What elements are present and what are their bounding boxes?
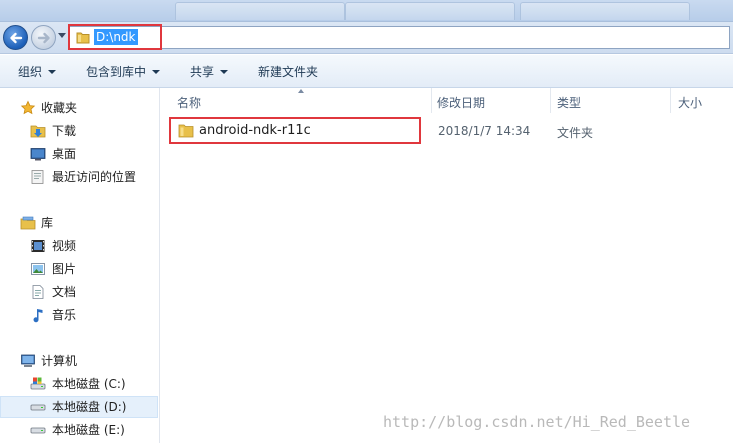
arrow-right-icon	[37, 32, 50, 44]
sidebar-item-label: 图片	[52, 262, 77, 276]
sidebar-item-drive-c[interactable]: 本地磁盘 (C:)	[0, 373, 158, 395]
command-bar: 组织 包含到库中 共享 新建文件夹	[0, 55, 733, 88]
back-button[interactable]	[3, 25, 28, 50]
sidebar-item-label: 下载	[52, 124, 77, 138]
sidebar-item-label: 收藏夹	[41, 101, 78, 115]
sidebar-item-music[interactable]: 音乐	[0, 304, 158, 326]
sidebar-item-label: 本地磁盘 (E:)	[52, 423, 125, 437]
drive-icon	[30, 404, 46, 411]
column-header-size[interactable]: 大小	[678, 94, 702, 111]
column-header-row: 名称 修改日期 类型 大小	[161, 88, 733, 113]
new-folder-button[interactable]: 新建文件夹	[258, 64, 318, 80]
background-tab[interactable]	[345, 2, 515, 20]
background-tab[interactable]	[175, 2, 345, 20]
sidebar-item-label: 桌面	[52, 147, 77, 161]
sidebar-item-downloads[interactable]: 下载	[0, 120, 158, 142]
address-highlight-box	[68, 24, 162, 50]
navigation-pane: 收藏夹 下载 桌面 最近访问的位置 库 视频 图片 文档 音乐 计算机 本地磁盘…	[0, 88, 160, 443]
sidebar-item-videos[interactable]: 视频	[0, 235, 158, 257]
new-folder-label: 新建文件夹	[258, 65, 319, 79]
file-type: 文件夹	[557, 126, 594, 140]
column-divider[interactable]	[431, 88, 432, 113]
column-divider[interactable]	[670, 88, 671, 113]
sidebar-item-label: 最近访问的位置	[52, 170, 137, 184]
sidebar-item-favorites[interactable]: 收藏夹	[0, 97, 158, 119]
share-menu[interactable]: 共享	[190, 64, 229, 80]
column-divider[interactable]	[550, 88, 551, 113]
sidebar-item-label: 音乐	[52, 308, 77, 322]
file-modified: 2018/1/7 14:34	[438, 124, 531, 138]
sidebar-item-label: 计算机	[41, 354, 78, 368]
address-field[interactable]	[68, 26, 730, 49]
file-list: 名称 修改日期 类型 大小 android-ndk-r11c 2018/1/7 …	[161, 88, 733, 443]
watermark: http://blog.csdn.net/Hi_Red_Beetle	[383, 413, 691, 431]
sidebar-item-label: 库	[41, 216, 54, 230]
forward-button[interactable]	[31, 25, 56, 50]
sidebar-item-label: 视频	[52, 239, 77, 253]
sidebar-item-drive-e[interactable]: 本地磁盘 (E:)	[0, 419, 158, 441]
downloads-folder-icon	[30, 125, 46, 138]
column-header-name[interactable]: 名称	[177, 94, 201, 111]
system-drive-icon	[30, 377, 46, 390]
share-label: 共享	[190, 65, 215, 79]
chevron-down-icon	[48, 70, 57, 74]
sidebar-item-desktop[interactable]: 桌面	[0, 143, 158, 165]
sidebar-item-label: 文档	[52, 285, 77, 299]
address-row: D:\ndk	[0, 22, 733, 54]
recent-pages-dropdown[interactable]	[58, 33, 66, 38]
sidebar-item-pictures[interactable]: 图片	[0, 258, 158, 280]
include-in-library-menu[interactable]: 包含到库中	[86, 64, 161, 80]
music-note-icon	[33, 309, 43, 323]
desktop-icon	[30, 148, 46, 161]
chevron-down-icon	[220, 70, 229, 74]
sidebar-item-label: 本地磁盘 (D:)	[52, 400, 127, 414]
organize-menu[interactable]: 组织	[18, 64, 57, 80]
sidebar-item-documents[interactable]: 文档	[0, 281, 158, 303]
organize-label: 组织	[18, 65, 43, 79]
drive-icon	[30, 427, 46, 434]
recent-places-icon	[31, 170, 44, 184]
documents-icon	[32, 285, 44, 299]
chevron-down-icon	[152, 70, 161, 74]
video-icon	[31, 240, 45, 252]
arrow-left-icon	[10, 32, 23, 44]
file-highlight-box	[169, 117, 421, 144]
column-header-modified[interactable]: 修改日期	[437, 94, 485, 111]
library-icon	[20, 216, 36, 230]
sort-ascending-icon	[298, 89, 304, 93]
sidebar-item-drive-d[interactable]: 本地磁盘 (D:)	[0, 396, 158, 418]
pictures-icon	[31, 263, 45, 275]
star-icon	[20, 100, 36, 115]
background-tab[interactable]	[520, 2, 690, 20]
sidebar-item-libraries[interactable]: 库	[0, 212, 158, 234]
sidebar-item-computer[interactable]: 计算机	[0, 350, 158, 372]
include-in-library-label: 包含到库中	[86, 65, 147, 79]
sidebar-item-recent-places[interactable]: 最近访问的位置	[0, 166, 158, 188]
title-bar	[0, 0, 733, 22]
column-header-type[interactable]: 类型	[557, 94, 581, 111]
computer-icon	[21, 354, 35, 367]
sidebar-item-label: 本地磁盘 (C:)	[52, 377, 126, 391]
